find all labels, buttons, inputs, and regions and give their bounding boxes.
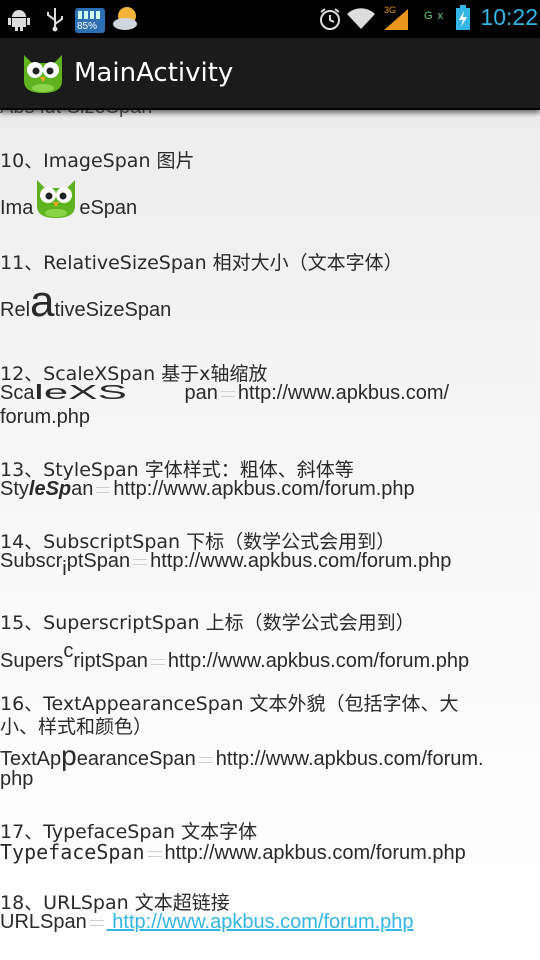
item15-demo-a: Supers bbox=[0, 650, 64, 672]
item13-demo-styled: leSp bbox=[28, 478, 72, 500]
alarm-icon bbox=[318, 7, 342, 35]
weather-icon bbox=[112, 4, 142, 36]
data-signal-text: G bbox=[424, 10, 433, 22]
action-bar: MainActivity bbox=[0, 38, 540, 110]
item16-heading-line2: 小、样式和颜色） bbox=[0, 716, 153, 738]
item13-demo: StyleSpan http://www.apkbus.com/forum.php bbox=[0, 478, 415, 501]
battery-charging-icon bbox=[455, 5, 471, 35]
item15-url: http://www.apkbus.com/forum.php bbox=[167, 650, 470, 672]
item11-demo-big: a bbox=[30, 277, 55, 326]
separator bbox=[89, 919, 104, 926]
item14-url: http://www.apkbus.com/forum.php bbox=[150, 550, 452, 572]
item11-heading: 11、RelativeSizeSpan 相对大小（文本字体） bbox=[0, 252, 403, 274]
battery-saver-icon: 85% bbox=[74, 4, 106, 38]
app-title: MainActivity bbox=[74, 58, 234, 88]
item18-url-link[interactable]: http://www.apkbus.com/forum.php bbox=[107, 911, 413, 933]
app-owl-icon[interactable] bbox=[20, 51, 66, 99]
item14-demo-b: ptSpan bbox=[66, 550, 131, 572]
item10-demo: Ima eSpan bbox=[0, 176, 137, 220]
owl-image-icon bbox=[33, 176, 79, 220]
item13-url: http://www.apkbus.com/forum.php bbox=[113, 478, 415, 500]
item18-demo-text: URLSpan bbox=[0, 911, 87, 933]
item16-demo: TextAppearanceSpan http://www.apkbus.com/… bbox=[0, 740, 484, 772]
separator bbox=[150, 658, 165, 665]
item13-demo-a: Sty bbox=[0, 478, 29, 500]
partial-top-line: Abs lut SizeSpan bbox=[0, 110, 152, 119]
item15-demo-sup: c bbox=[63, 640, 74, 662]
cell-signal-icon: 3G bbox=[382, 5, 410, 35]
item11-demo-a: Rel bbox=[0, 299, 31, 321]
item14-demo: SubscriptSpan http://www.apkbus.com/forum… bbox=[0, 550, 451, 581]
item15-demo-b: riptSpan bbox=[73, 650, 148, 672]
separator bbox=[147, 850, 162, 857]
item10-demo-before: Ima bbox=[0, 197, 34, 219]
item11-demo-b: tiveSizeSpan bbox=[54, 299, 172, 321]
item10-heading: 10、ImageSpan 图片 bbox=[0, 150, 195, 172]
item16-demo-b: earanceSpan bbox=[76, 748, 196, 770]
item17-demo: TypefaceSpan http://www.apkbus.com/forum.… bbox=[0, 840, 466, 865]
item12-demo: ScaleXS pan http://www.apkbus.com/ bbox=[0, 382, 449, 405]
item13-demo-b: an bbox=[71, 478, 94, 500]
battery-badge-text: 85% bbox=[77, 21, 98, 32]
item12-demo-a: Sca bbox=[0, 382, 35, 404]
item16-url-a: http://www.apkbus.com/forum. bbox=[215, 748, 484, 770]
item11-demo: RelativeSizeSpan bbox=[0, 280, 172, 324]
item18-demo: URLSpan http://www.apkbus.com/forum.php bbox=[0, 911, 414, 934]
android-debug-icon bbox=[6, 6, 32, 36]
item12-demo-scaled: leXS bbox=[34, 382, 128, 404]
item16-demo-big: p bbox=[61, 740, 77, 771]
separator bbox=[96, 486, 111, 493]
item15-demo: SuperscriptSpan http://www.apkbus.com/for… bbox=[0, 640, 469, 673]
span-demo-list[interactable]: Abs lut SizeSpan 10、ImageSpan 图片 Ima eSp… bbox=[0, 110, 540, 960]
separator bbox=[198, 756, 213, 763]
item14-demo-a: Subscr bbox=[0, 550, 63, 572]
network-type-text: 3G bbox=[384, 5, 397, 15]
item12-url-b: forum.php bbox=[0, 406, 91, 428]
data-signal-icon: G x bbox=[424, 10, 444, 22]
wifi-icon bbox=[346, 6, 376, 34]
item15-heading: 15、SuperscriptSpan 上标（数学公式会用到） bbox=[0, 612, 415, 634]
status-clock: 10:22 bbox=[480, 4, 538, 30]
item16-demo-a: TextAp bbox=[0, 748, 62, 770]
item16-url-b: php bbox=[0, 768, 34, 790]
status-bar: 85% 3G G x 10:22 bbox=[0, 0, 540, 38]
item17-url: http://www.apkbus.com/forum.php bbox=[164, 842, 466, 864]
usb-icon bbox=[44, 6, 66, 36]
separator bbox=[133, 558, 148, 565]
item17-demo-monospace: TypefaceSpan bbox=[0, 840, 145, 864]
item10-demo-after: eSpan bbox=[79, 197, 138, 219]
